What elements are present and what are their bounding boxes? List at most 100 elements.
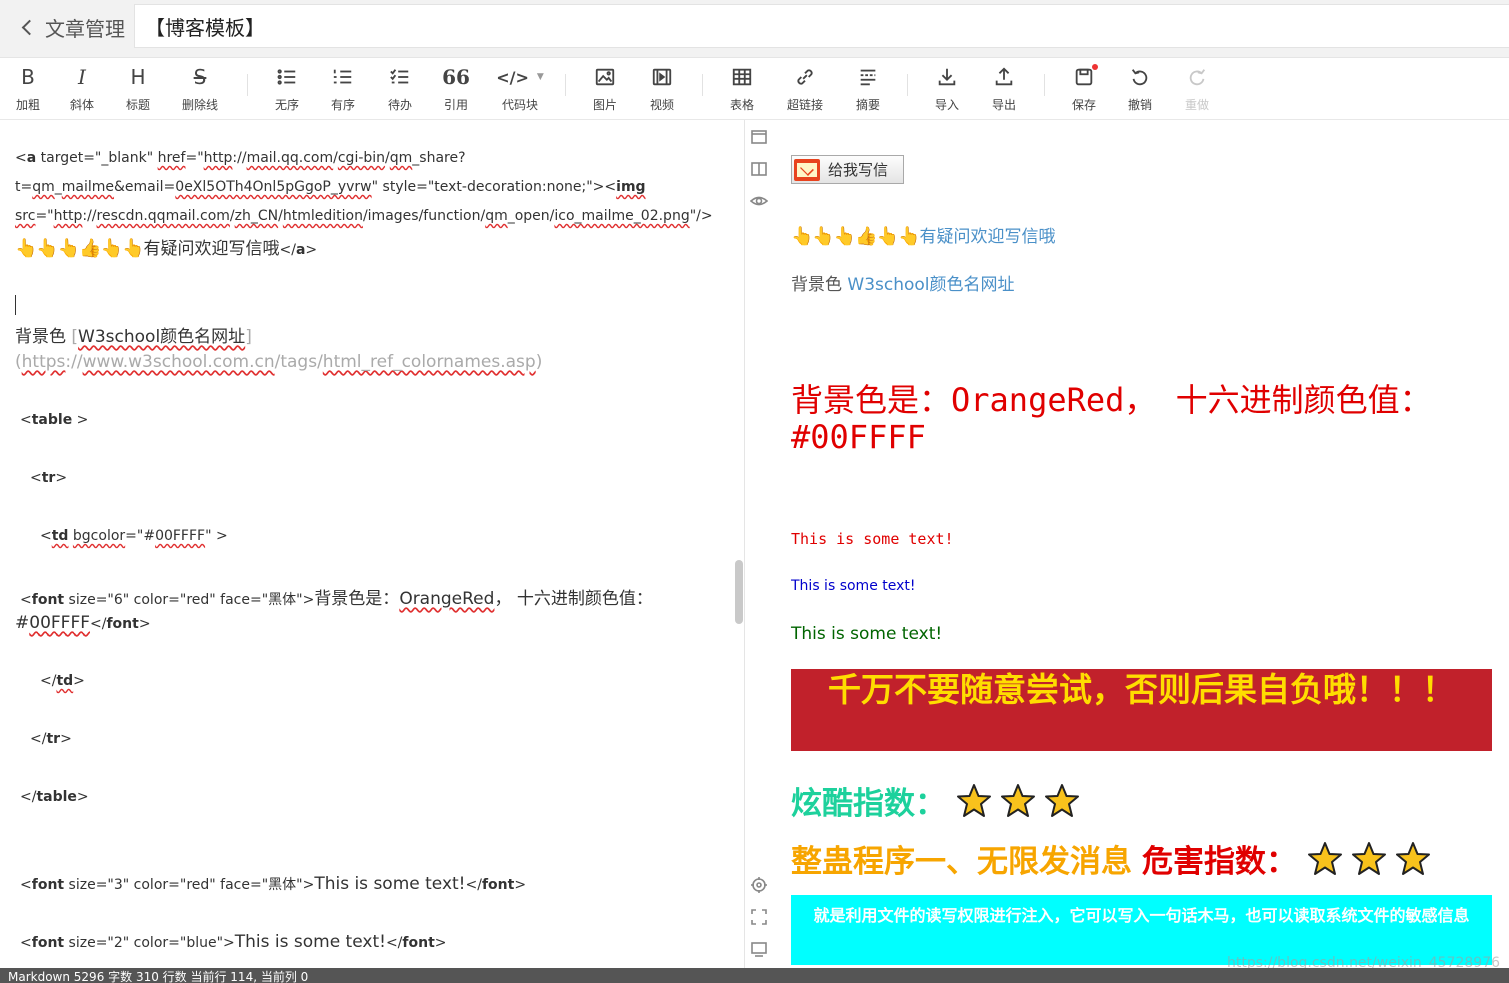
- code-line: t=qm_mailme&email=0eXl5OTh4Onl5pGgoP_yvr…: [15, 179, 646, 195]
- code-token: </: [40, 673, 57, 689]
- code-token: This is some text!: [234, 932, 386, 952]
- locate-crosshair-icon[interactable]: [750, 876, 768, 894]
- code-token: td: [56, 673, 74, 689]
- code-line: </td>: [40, 673, 85, 689]
- code-line: 背景色 [W3school颜色名网址]: [15, 322, 252, 347]
- code-token: 00FFFF: [155, 528, 206, 544]
- italic-button[interactable]: I 斜体: [54, 64, 110, 114]
- quote-button[interactable]: 66 引用: [428, 64, 484, 114]
- code-token: #: [15, 613, 30, 633]
- chevron-left-icon: [21, 19, 38, 35]
- save-label: 保存: [1071, 98, 1096, 112]
- code-token: rescdn.qqmail.com: [96, 208, 230, 224]
- strikethrough-icon: S: [193, 65, 207, 89]
- export-button[interactable]: 导出: [976, 64, 1032, 114]
- hyperlink-button[interactable]: 超链接: [777, 64, 833, 114]
- star-icon: [1001, 783, 1035, 817]
- heading-label: 标题: [125, 98, 150, 112]
- code-token: This is some text!: [314, 874, 466, 894]
- text-caret: [15, 295, 16, 315]
- ordered-list-button[interactable]: 有序: [315, 64, 371, 114]
- write-mail-button[interactable]: 给我写信: [791, 155, 904, 184]
- unsaved-dot: [1092, 64, 1098, 70]
- summary-button[interactable]: 摘要: [840, 64, 896, 114]
- code-token: 背景色是：: [314, 589, 400, 609]
- star-icon: [1352, 841, 1386, 875]
- strikethrough-label: 删除线: [181, 98, 218, 112]
- code-line: <tr>: [30, 470, 67, 486]
- split-view-icon[interactable]: [750, 160, 768, 178]
- editor-app: 文章管理 B 加粗 I 斜体 H 标题 S 删除线 无序: [0, 0, 1509, 983]
- back-button[interactable]: 文章管理: [18, 12, 125, 42]
- editor-only-icon[interactable]: [750, 128, 768, 146]
- preview-eye-icon[interactable]: [749, 192, 769, 210]
- code-token: /images/function/: [362, 208, 486, 224]
- code-token: 背景色: [15, 327, 72, 347]
- heading-button[interactable]: H 标题: [110, 64, 166, 114]
- code-token: 0eXl5OTh4Onl5pGgoP_yvrw: [175, 179, 372, 195]
- download-icon: [936, 64, 958, 90]
- code-token: t=: [15, 179, 33, 195]
- code-token: <: [20, 412, 32, 428]
- code-token: <: [40, 528, 52, 544]
- code-line: <font size="3" color="red" face="黑体">Thi…: [20, 874, 526, 894]
- toolbar-divider: [565, 74, 566, 96]
- strikethrough-button[interactable]: S 删除线: [172, 64, 228, 114]
- code-line: <a target="_blank" href="http://mail.qq.…: [15, 150, 466, 166]
- code-token: ://: [65, 352, 83, 372]
- code-token: qm: [389, 150, 413, 166]
- table-button[interactable]: 表格: [714, 64, 770, 114]
- w3school-link[interactable]: W3school颜色名网址: [847, 275, 1014, 295]
- code-token: 有疑问欢迎写信哦: [143, 239, 280, 259]
- import-label: 导入: [934, 98, 959, 112]
- code-token: ]: [245, 327, 252, 347]
- code-token: =": [185, 150, 204, 166]
- code-token: font: [31, 592, 65, 608]
- code-token: ://: [82, 208, 97, 224]
- code-line: <td bgcolor="#00FFFF" >: [40, 528, 228, 544]
- code-token: ://: [232, 150, 247, 166]
- todo-list-label: 待办: [387, 98, 412, 112]
- code-token: &email=: [114, 179, 176, 195]
- fullscreen-icon[interactable]: [750, 908, 768, 926]
- code-token: _open/: [507, 208, 555, 224]
- code-token: size="2" color="blue">: [64, 935, 235, 951]
- image-button[interactable]: 图片: [577, 64, 633, 114]
- code-token: ico_mailme_02.png: [554, 208, 690, 224]
- article-title-input[interactable]: [134, 4, 1509, 48]
- undo-label: 撤销: [1127, 98, 1152, 112]
- code-token: <: [20, 935, 32, 951]
- contact-link[interactable]: 👆👆👆👍👆👆有疑问欢迎写信哦: [791, 222, 1055, 247]
- checklist-icon: [389, 64, 411, 90]
- bold-button[interactable]: B 加粗: [0, 64, 56, 114]
- code-token: OrangeRed: [399, 589, 495, 609]
- code-token: tr: [46, 731, 61, 747]
- import-button[interactable]: 导入: [919, 64, 975, 114]
- code-token: >: [434, 935, 447, 951]
- redo-button[interactable]: 重做: [1169, 64, 1225, 114]
- code-token: table: [36, 789, 77, 805]
- unordered-list-button[interactable]: 无序: [259, 64, 315, 114]
- toolbar-divider: [1044, 74, 1045, 96]
- editor-scrollbar-thumb[interactable]: [735, 560, 743, 624]
- code-token: mail.qq.com: [246, 150, 334, 166]
- code-token: <: [15, 150, 27, 166]
- video-button[interactable]: 视频: [634, 64, 690, 114]
- undo-button[interactable]: 撤销: [1112, 64, 1168, 114]
- markdown-editor[interactable]: <a target="_blank" href="http://mail.qq.…: [0, 120, 745, 968]
- header-bar: 文章管理: [0, 0, 1509, 58]
- code-token: ， 十六进制颜色值：: [494, 589, 653, 609]
- monitor-icon[interactable]: [750, 940, 768, 958]
- code-line: src="http://rescdn.qqmail.com/zh_CN/html…: [15, 208, 713, 224]
- code-token: </: [30, 731, 47, 747]
- blue-sample-text: This is some text!: [791, 578, 916, 594]
- code-token: zh_CN: [234, 208, 279, 224]
- save-button[interactable]: 保存: [1056, 64, 1112, 114]
- code-token: font: [31, 935, 65, 951]
- code-block-button[interactable]: </> ▼ 代码块: [490, 64, 550, 114]
- code-token: td: [51, 528, 69, 544]
- star-icon: [957, 783, 991, 817]
- code-token: <: [20, 877, 32, 893]
- todo-list-button[interactable]: 待办: [372, 64, 428, 114]
- mail-envelope-icon: [794, 158, 820, 181]
